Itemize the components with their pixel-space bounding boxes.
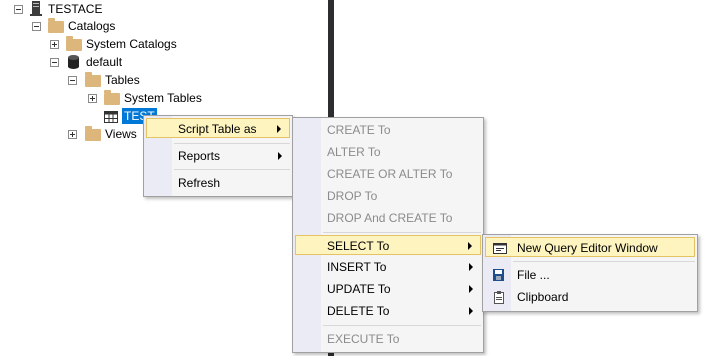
collapse-icon[interactable] [32,22,41,31]
submenu-arrow-icon [468,242,472,250]
collapse-icon[interactable] [50,58,59,67]
menu-item-select-to[interactable]: SELECT To [295,235,481,255]
expand-icon[interactable] [68,130,77,139]
folder-icon [85,72,101,87]
context-menu: Script Table as Reports Refresh [143,115,293,197]
menu-separator [323,232,481,233]
submenu-arrow-icon [469,285,473,293]
tree-node-system-catalogs[interactable]: System Catalogs [0,35,320,53]
folder-icon [85,126,101,141]
select-to-label: SELECT To [327,239,390,253]
tree-node-default[interactable]: default [0,53,320,71]
tree-node-test-table[interactable]: TEST [0,107,160,125]
submenu-arrow-icon [469,263,473,271]
clipboard-label: Clipboard [517,290,569,304]
submenu-arrow-icon [278,152,282,160]
tree-node-views[interactable]: Views [0,125,150,143]
menu-separator [513,261,695,262]
script-table-as-label: Script Table as [178,122,257,136]
refresh-label: Refresh [178,176,221,190]
folder-icon [104,90,120,105]
drop-to-label: DROP To [327,189,378,203]
menu-item-create-to[interactable]: CREATE To [295,120,481,140]
tables-label: Tables [105,73,140,87]
collapse-icon[interactable] [68,76,77,85]
alter-to-label: ALTER To [327,145,381,159]
script-table-as-submenu: CREATE To ALTER To CREATE OR ALTER To DR… [292,117,484,353]
menu-item-file[interactable]: File ... [485,265,695,285]
menu-separator [174,143,290,144]
menu-item-clipboard[interactable]: Clipboard [485,287,695,307]
menu-item-script-table-as[interactable]: Script Table as [146,118,290,138]
menu-item-execute-to[interactable]: EXECUTE To [295,329,481,349]
new-query-window-icon [492,240,508,256]
tree-node-system-tables[interactable]: System Tables [0,89,320,107]
drop-and-create-to-label: DROP And CREATE To [327,211,453,225]
collapse-icon[interactable] [14,5,23,14]
submenu-arrow-icon [277,125,281,133]
clipboard-icon [491,289,507,305]
reports-label: Reports [178,149,221,163]
tree-node-tables[interactable]: Tables [0,71,320,89]
default-label: default [86,55,123,69]
save-file-icon [491,267,507,283]
menu-item-delete-to[interactable]: DELETE To [295,301,481,321]
submenu-arrow-icon [469,307,473,315]
menu-item-update-to[interactable]: UPDATE To [295,279,481,299]
server-icon [30,1,42,16]
views-label: Views [105,127,137,141]
menu-item-refresh[interactable]: Refresh [146,173,290,193]
create-to-label: CREATE To [327,123,391,137]
menu-item-drop-and-create-to[interactable]: DROP And CREATE To [295,208,481,228]
new-query-editor-window-label: New Query Editor Window [517,241,658,255]
update-to-label: UPDATE To [327,282,391,296]
menu-item-insert-to[interactable]: INSERT To [295,257,481,277]
menu-item-drop-to[interactable]: DROP To [295,186,481,206]
menu-separator [323,325,481,326]
menu-item-new-query-editor-window[interactable]: New Query Editor Window [485,237,695,257]
create-or-alter-to-label: CREATE OR ALTER To [327,167,453,181]
server-label: TESTACE [48,2,103,16]
expand-icon[interactable] [50,40,59,49]
tree-node-server[interactable]: TESTACE [0,0,320,18]
execute-to-label: EXECUTE To [327,332,400,346]
system-tables-label: System Tables [124,91,202,105]
insert-to-label: INSERT To [327,260,387,274]
menu-item-create-or-alter-to[interactable]: CREATE OR ALTER To [295,164,481,184]
tree-node-catalogs[interactable]: Catalogs [0,17,320,35]
delete-to-label: DELETE To [327,304,390,318]
menu-item-reports[interactable]: Reports [146,146,290,166]
catalogs-label: Catalogs [68,19,116,33]
file-label: File ... [517,268,550,282]
expand-icon[interactable] [88,94,97,103]
menu-item-alter-to[interactable]: ALTER To [295,142,481,162]
select-to-submenu: New Query Editor Window File ... Clipboa… [482,234,698,312]
folder-icon [66,36,82,51]
folder-icon [48,18,64,33]
system-catalogs-label: System Catalogs [86,37,177,51]
menu-separator [174,169,290,170]
